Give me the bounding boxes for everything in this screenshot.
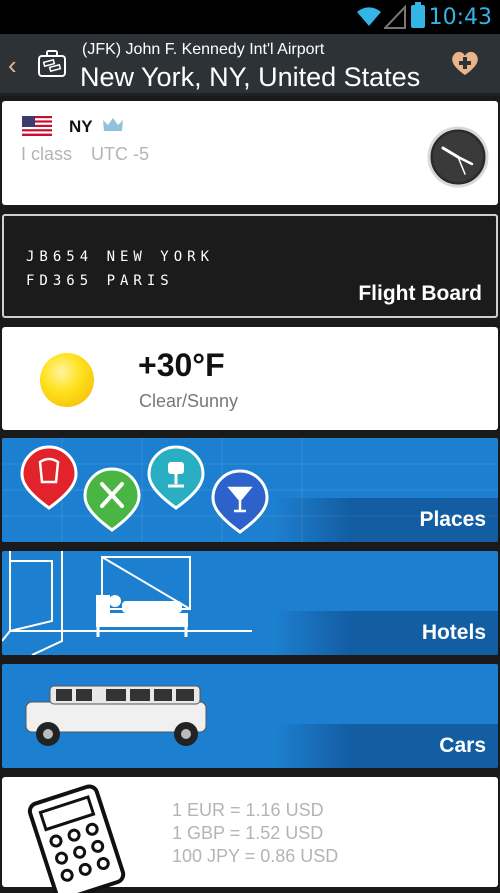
calculator-icon — [27, 784, 126, 893]
battery-icon — [411, 2, 425, 28]
flight-board-tile[interactable]: JB654 NEW YORK FD365 PARIS Flight Board — [2, 214, 498, 318]
favorite-add-icon[interactable] — [450, 49, 480, 77]
tile-label-band — [2, 724, 498, 768]
weather-condition: Clear/Sunny — [139, 391, 239, 411]
exchange-rate: 100 JPY = 0.86 USD — [172, 846, 339, 866]
exchange-rate: 1 EUR = 1.16 USD — [172, 800, 324, 820]
currency-card[interactable]: 1 EUR = 1.16 USD 1 GBP = 1.52 USD 100 JP… — [2, 777, 498, 893]
page-title: New York, NY, United States — [80, 62, 421, 92]
action-bar: ‹ (JFK) John F. Kennedy Int'l Airport Ne… — [0, 34, 500, 96]
city-code: NY — [69, 117, 93, 136]
hotels-label: Hotels — [421, 621, 486, 644]
places-tile[interactable]: Places — [2, 438, 498, 542]
flight-row: JB654 NEW YORK — [26, 249, 215, 265]
airport-name: (JFK) John F. Kennedy Int'l Airport — [82, 41, 325, 58]
temperature: +30°F — [138, 347, 225, 383]
crown-icon — [103, 118, 123, 131]
status-bar: 10:43 — [0, 0, 500, 34]
clock-icon — [427, 126, 489, 188]
signal-icon — [384, 5, 406, 29]
back-icon[interactable]: ‹ — [8, 50, 17, 81]
cars-label: Cars — [439, 734, 486, 757]
us-flag-icon — [22, 116, 52, 136]
city-card[interactable]: NY I class UTC -5 — [2, 101, 498, 205]
flight-board-label: Flight Board — [358, 282, 482, 305]
weather-card[interactable]: +30°F Clear/Sunny — [2, 327, 498, 430]
cars-tile[interactable]: Cars — [2, 664, 498, 768]
exchange-rate: 1 GBP = 1.52 USD — [172, 823, 324, 843]
luggage-icon[interactable] — [36, 49, 68, 79]
clock-time: 10:43 — [428, 5, 492, 30]
places-label: Places — [419, 508, 486, 531]
sun-icon — [40, 353, 94, 407]
flight-row: FD365 PARIS — [26, 273, 174, 289]
utc-offset: UTC -5 — [91, 144, 149, 164]
city-class: I class — [21, 144, 73, 164]
wifi-icon — [357, 7, 381, 26]
hotels-tile[interactable]: Hotels — [2, 551, 498, 655]
